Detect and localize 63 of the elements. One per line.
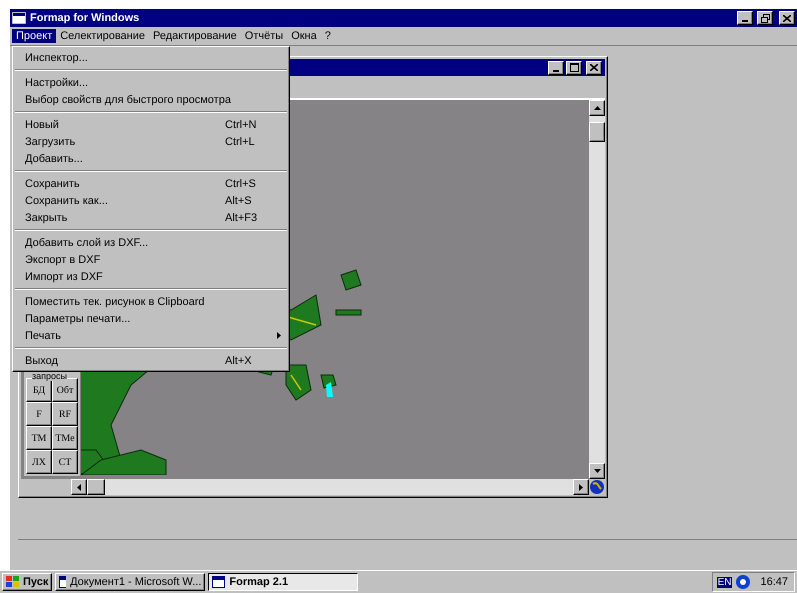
menu-item[interactable]: Проект — [12, 29, 56, 43]
tray-icon — [736, 575, 750, 589]
app-icon — [212, 576, 226, 588]
close-icon — [590, 64, 598, 71]
menu-entry[interactable]: Добавить... — [13, 150, 289, 167]
menu-item[interactable]: Редактирование — [149, 29, 241, 43]
taskbar-button[interactable]: Документ1 - Microsoft W... — [55, 573, 206, 591]
query-button[interactable]: F — [26, 402, 52, 426]
scroll-thumb[interactable] — [87, 479, 105, 495]
window-title: Formap for Windows — [30, 12, 140, 24]
windows-flag-icon — [6, 576, 20, 588]
menu-entry[interactable]: Выход Alt+X — [13, 352, 289, 369]
start-button[interactable]: Пуск — [2, 573, 52, 591]
scroll-left-button[interactable] — [71, 479, 87, 495]
down-arrow-icon — [594, 469, 600, 473]
app-icon — [59, 576, 66, 588]
menu-entry[interactable]: Импорт из DXF — [13, 268, 289, 285]
maximize-icon — [570, 63, 578, 72]
minimize-button[interactable] — [737, 11, 753, 25]
menu-item[interactable]: Отчёты — [240, 29, 288, 43]
menu-entry[interactable]: Выбор свойств для быстрого просмотра — [13, 91, 289, 108]
minimize-button[interactable] — [548, 60, 564, 74]
language-indicator: EN — [716, 576, 732, 588]
query-button[interactable]: ЛХ — [26, 450, 52, 474]
left-arrow-icon — [77, 484, 81, 490]
globe-icon — [589, 479, 605, 495]
taskbar-button[interactable]: Formap 2.1 — [208, 573, 358, 591]
menu-entry[interactable]: Сохранить Ctrl+S — [13, 175, 289, 192]
menu-entry[interactable]: Новый Ctrl+N — [13, 116, 289, 133]
minimize-icon — [553, 70, 559, 72]
query-button[interactable]: СТ — [52, 450, 78, 474]
right-arrow-icon — [579, 484, 583, 490]
menu-entry[interactable]: Печать — [13, 327, 289, 344]
menu-entry[interactable]: Экспорт в DXF — [13, 251, 289, 268]
menu-entry[interactable]: Поместить тек. рисунок в Clipboard — [13, 293, 289, 310]
scroll-thumb[interactable] — [589, 122, 605, 142]
menu-entry[interactable]: Добавить слой из DXF... — [13, 234, 289, 251]
menu-entry[interactable]: Настройки... — [13, 74, 289, 91]
menu-item[interactable]: ? — [320, 29, 335, 43]
query-button[interactable]: RF — [52, 402, 78, 426]
minimize-icon — [742, 20, 748, 22]
menu-entry[interactable]: Закрыть Alt+F3 — [13, 209, 289, 226]
restore-icon — [760, 14, 770, 22]
menu-entry[interactable]: Инспектор... — [13, 49, 289, 66]
query-button[interactable]: Обт — [52, 378, 78, 402]
menu-item[interactable]: Селектирование — [56, 29, 149, 43]
menu-entry[interactable]: Параметры печати... — [13, 310, 289, 327]
menu-entry[interactable]: Сохранить как... Alt+S — [13, 192, 289, 209]
restore-button[interactable] — [757, 11, 773, 25]
maximize-button[interactable] — [566, 60, 582, 74]
panel-title: запросы — [32, 371, 67, 381]
up-arrow-icon — [594, 106, 600, 110]
close-button[interactable] — [586, 60, 602, 74]
close-button[interactable] — [779, 11, 795, 25]
query-button[interactable]: ТМе — [52, 426, 78, 450]
close-icon — [783, 14, 791, 22]
menu-entry[interactable]: Загрузить Ctrl+L — [13, 133, 289, 150]
menu-item[interactable]: Окна — [287, 29, 321, 43]
scroll-down-button[interactable] — [589, 463, 605, 479]
clock: 16:47 — [760, 576, 788, 588]
scroll-up-button[interactable] — [589, 100, 605, 116]
scroll-right-button[interactable] — [573, 479, 589, 495]
query-button[interactable]: ТМ — [26, 426, 52, 450]
